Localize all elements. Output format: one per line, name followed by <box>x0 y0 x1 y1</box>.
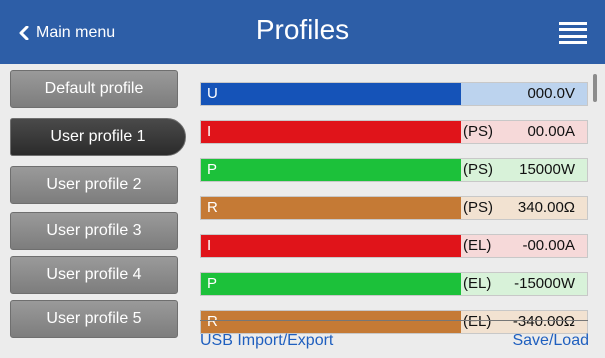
value-row-field[interactable]: (PS) 00.00A <box>461 121 587 143</box>
value-row[interactable]: P (PS) 15000W <box>200 158 588 182</box>
value-row-field[interactable]: (PS) 15000W <box>461 159 587 181</box>
value-row[interactable]: R (PS) 340.00Ω <box>200 196 588 220</box>
value-row-field[interactable]: 000.0V <box>461 83 587 105</box>
value-row-label: I <box>201 121 461 143</box>
value-row-number: 340.00Ω <box>517 199 575 216</box>
value-row[interactable]: U 000.0V <box>200 82 588 106</box>
profile-user-3-button[interactable]: User profile 3 <box>10 212 178 250</box>
value-row[interactable]: P (EL) -15000W <box>200 272 588 296</box>
usb-import-export-link[interactable]: USB Import/Export <box>200 332 333 350</box>
profile-user-2-button[interactable]: User profile 2 <box>10 166 178 204</box>
value-row[interactable]: R (EL) -340.00Ω <box>200 310 588 334</box>
profiles-content: Default profile User profile 1 User prof… <box>0 64 605 358</box>
value-row-field[interactable]: (EL) -340.00Ω <box>461 311 587 333</box>
scrollbar-thumb[interactable] <box>593 74 597 102</box>
value-row-mode: (PS) <box>463 123 493 140</box>
value-row-number: 00.00A <box>527 123 575 140</box>
value-row[interactable]: I (EL) -00.00A <box>200 234 588 258</box>
value-row-number: 15000W <box>519 161 575 178</box>
value-row-label: I <box>201 235 461 257</box>
divider <box>200 320 588 321</box>
profile-user-4-button[interactable]: User profile 4 <box>10 256 178 294</box>
profile-user-1-button[interactable]: User profile 1 <box>10 118 186 156</box>
value-row-number: -00.00A <box>522 237 575 254</box>
profile-default-button[interactable]: Default profile <box>10 70 178 108</box>
value-row-mode: (EL) <box>463 313 492 330</box>
value-row-number: -15000W <box>514 275 575 292</box>
value-row-label: P <box>201 273 461 295</box>
value-row-label: R <box>201 197 461 219</box>
value-row-number: -340.00Ω <box>512 313 575 330</box>
hamburger-menu-icon[interactable] <box>559 22 587 44</box>
value-row-label: R <box>201 311 461 333</box>
value-row-field[interactable]: (EL) -00.00A <box>461 235 587 257</box>
value-row-mode: (EL) <box>463 237 492 254</box>
scrollbar[interactable] <box>593 74 597 324</box>
value-row-field[interactable]: (PS) 340.00Ω <box>461 197 587 219</box>
value-row-label: P <box>201 159 461 181</box>
value-row-number: 000.0V <box>527 85 575 102</box>
page-title: Profiles <box>255 14 350 45</box>
value-row-mode: (EL) <box>463 275 492 292</box>
save-load-link[interactable]: Save/Load <box>512 332 589 350</box>
value-row[interactable]: I (PS) 00.00A <box>200 120 588 144</box>
header-bar: Main menu Profiles <box>0 0 605 64</box>
value-row-label: U <box>201 83 461 105</box>
profile-user-5-button[interactable]: User profile 5 <box>10 300 178 338</box>
value-row-mode: (PS) <box>463 161 493 178</box>
value-row-mode: (PS) <box>463 199 493 216</box>
value-row-field[interactable]: (EL) -15000W <box>461 273 587 295</box>
